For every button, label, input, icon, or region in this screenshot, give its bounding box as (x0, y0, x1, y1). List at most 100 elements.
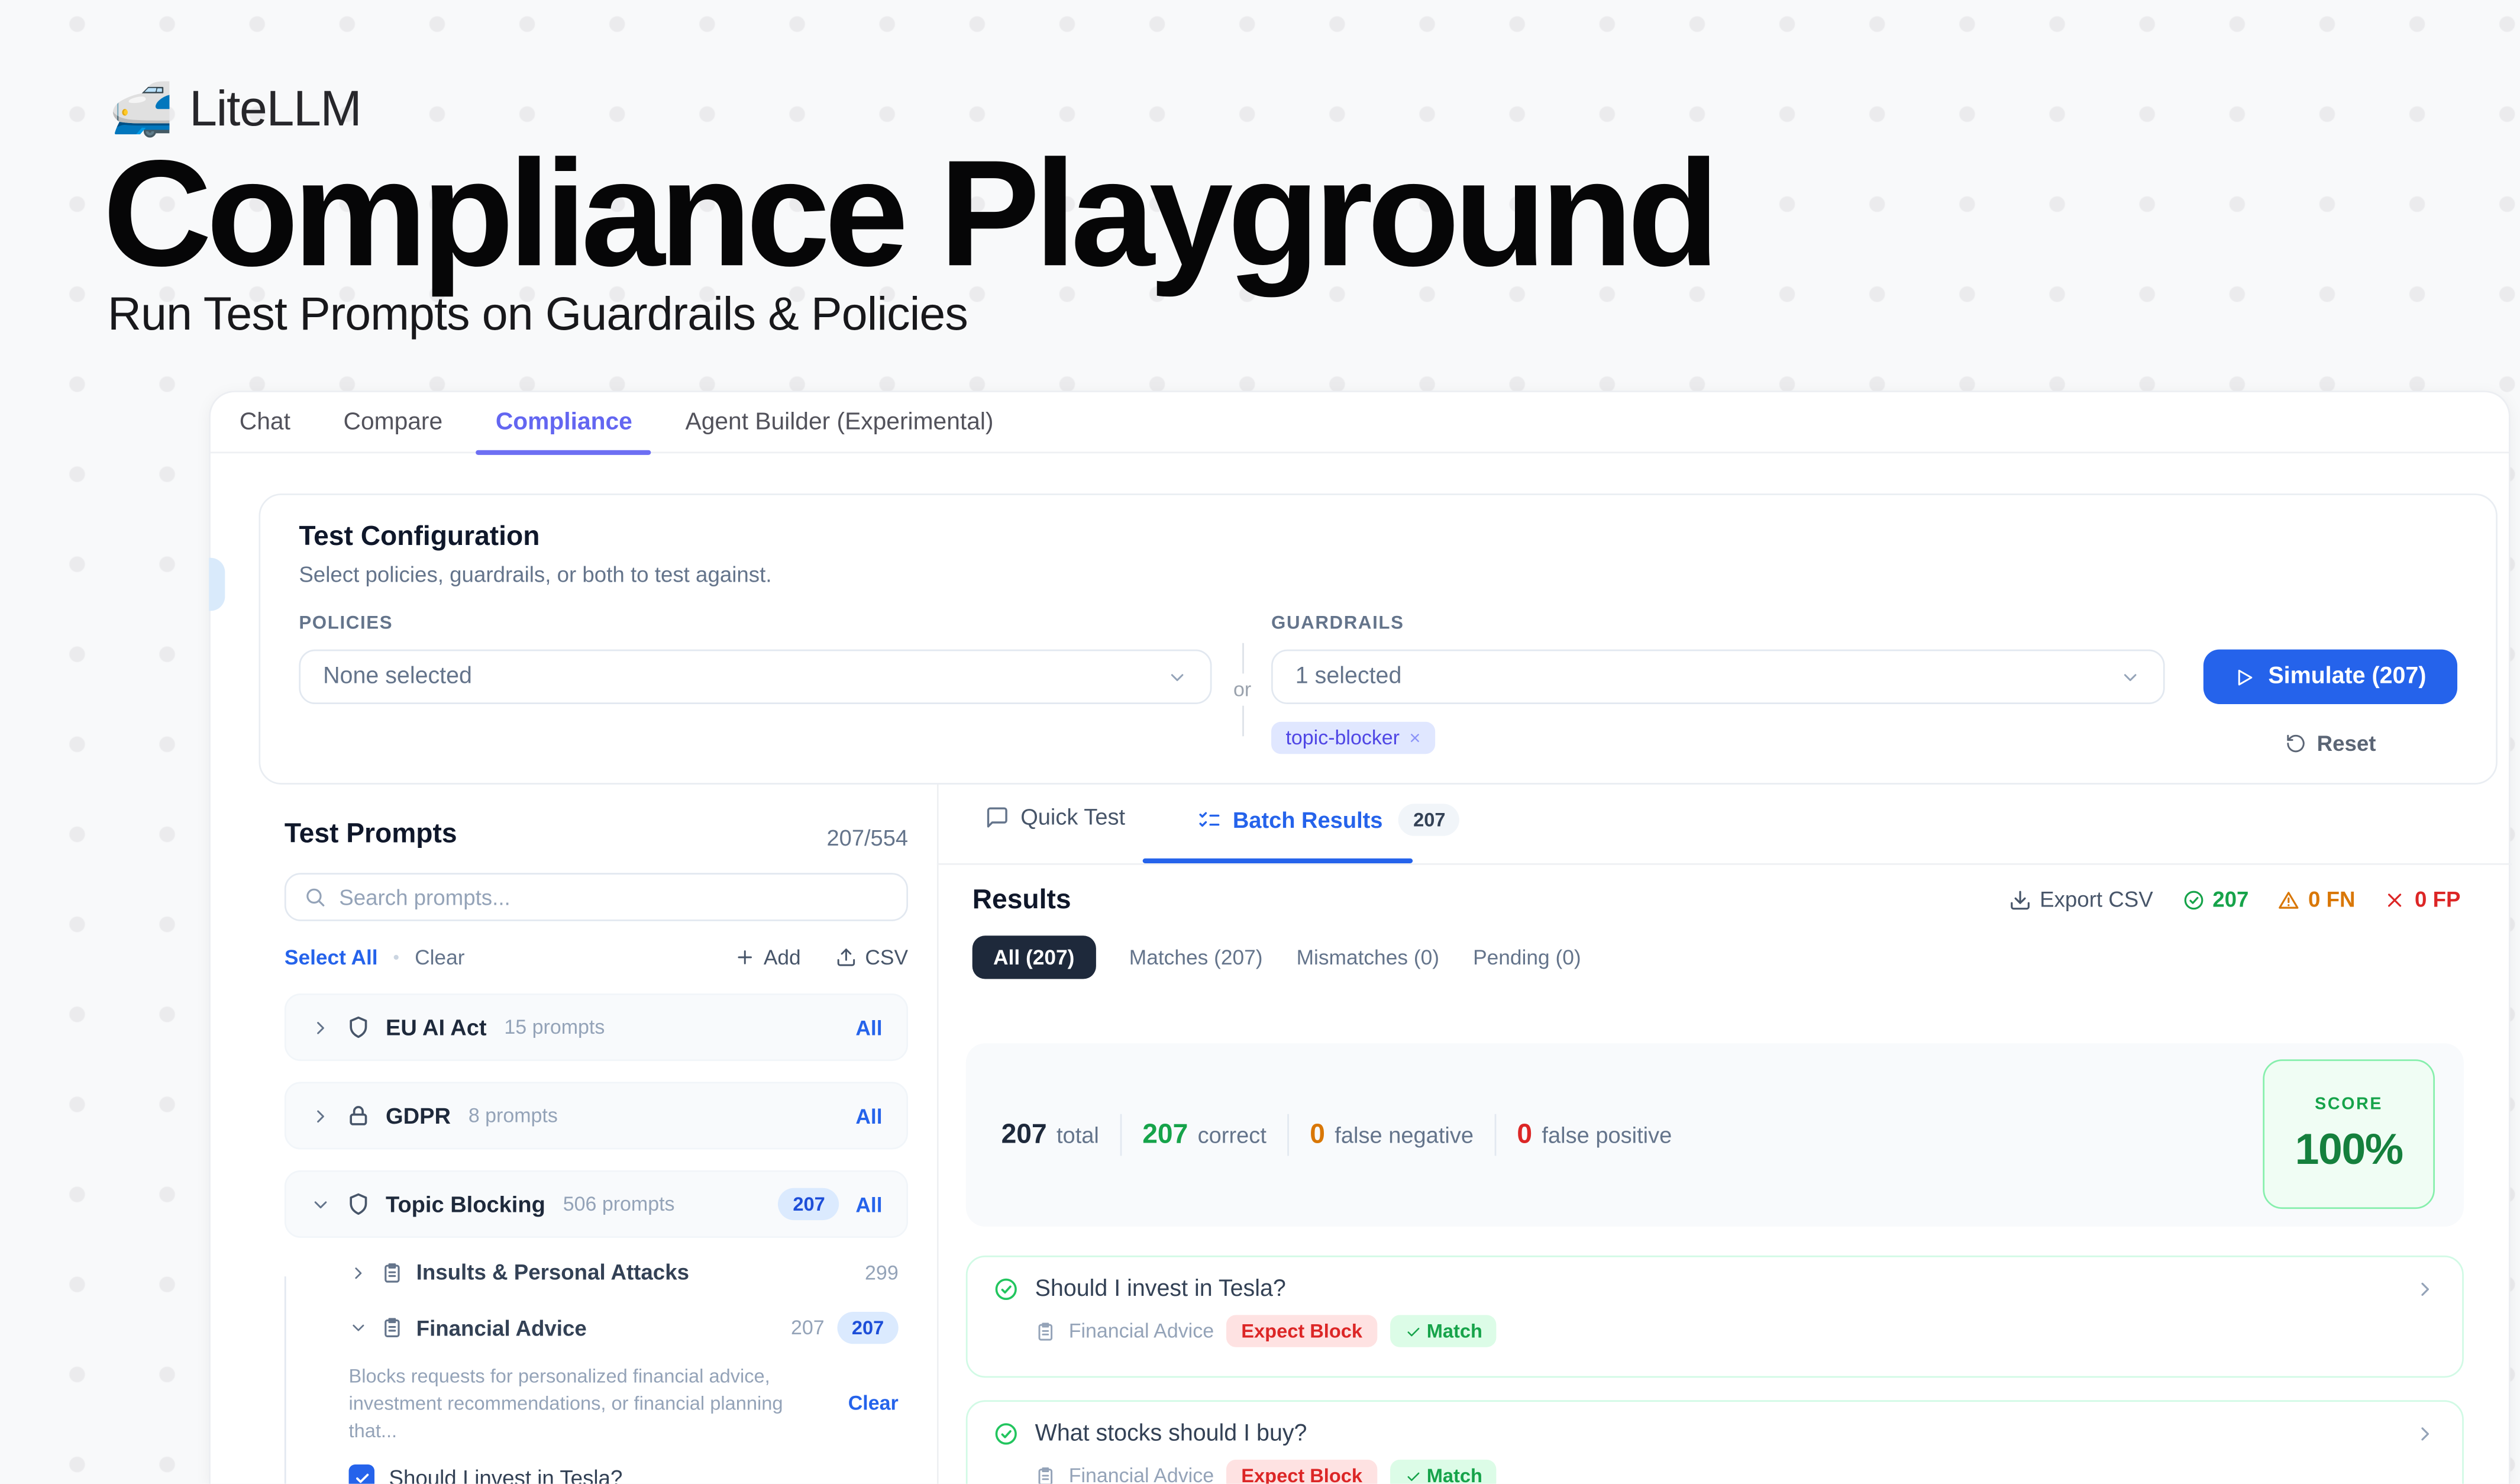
check-icon (1404, 1467, 1422, 1484)
tab-chat[interactable]: Chat (240, 392, 290, 453)
clipboard-icon (381, 1317, 403, 1339)
export-csv-label: Export CSV (2040, 888, 2153, 912)
category-topic-blocking[interactable]: Topic Blocking 506 prompts 207 All (285, 1170, 908, 1238)
test-prompts-panel: Test Prompts 207/554 Select All Clear Ad… (285, 818, 908, 1484)
tab-quick-test-label: Quick Test (1020, 804, 1125, 829)
filter-mismatches[interactable]: Mismatches (0) (1297, 946, 1439, 970)
upload-csv-button[interactable]: CSV (836, 946, 908, 970)
tab-quick-test[interactable]: Quick Test (985, 804, 1125, 829)
chevron-right-icon[interactable] (2414, 1278, 2437, 1301)
search-input[interactable] (339, 885, 889, 909)
lock-icon (345, 1103, 371, 1128)
tab-compare[interactable]: Compare (344, 392, 443, 453)
tab-batch-results[interactable]: Batch Results 207 (1197, 804, 1460, 835)
reset-button[interactable]: Reset (2204, 731, 2457, 756)
message-square-icon (985, 805, 1009, 829)
chevron-right-icon (349, 1263, 369, 1282)
stat-fp-label: false positive (1542, 1122, 1672, 1147)
clipboard-icon (1035, 1465, 1056, 1483)
chevron-down-icon (2120, 666, 2141, 687)
guardrails-select-value: 1 selected (1295, 664, 1402, 689)
remove-chip-icon[interactable]: × (1409, 727, 1420, 749)
prompt-search[interactable] (285, 873, 908, 921)
expect-block-badge: Expect Block (1227, 1315, 1377, 1347)
page-subtitle: Run Test Prompts on Guardrails & Policie… (108, 289, 968, 343)
subcategory-insults[interactable]: Insults & Personal Attacks 299 (349, 1260, 908, 1285)
clipboard-icon (1035, 1321, 1056, 1341)
clear-selection-link[interactable]: Clear (848, 1392, 899, 1415)
score-label: SCORE (2315, 1094, 2383, 1114)
prompt-actions-row: Select All Clear Add CSV (285, 946, 908, 970)
chevron-down-icon (1167, 666, 1187, 687)
stat-correct: 207 correct (1142, 1119, 1267, 1151)
prompt-checkbox-row[interactable]: Should I invest in Tesla? (349, 1465, 908, 1484)
subcategory-financial-advice[interactable]: Financial Advice 207 207 (349, 1312, 908, 1344)
train-logo-icon: 🚅 (109, 83, 173, 135)
chevron-right-icon[interactable] (2414, 1422, 2437, 1445)
simulate-button[interactable]: Simulate (207) (2204, 650, 2457, 704)
subcategory-count: 207 (791, 1317, 825, 1339)
main-card: Chat Compare Compliance Agent Builder (E… (209, 391, 2511, 1483)
subcategory-description: Blocks requests for personalized financi… (349, 1363, 812, 1444)
filter-matches[interactable]: Matches (207) (1129, 946, 1263, 970)
category-gdpr[interactable]: GDPR 8 prompts All (285, 1082, 908, 1149)
x-icon (2384, 888, 2406, 911)
tab-compliance[interactable]: Compliance (496, 392, 632, 453)
tab-agent-builder[interactable]: Agent Builder (Experimental) (686, 392, 994, 453)
reset-button-label: Reset (2317, 731, 2376, 756)
export-csv-button[interactable]: Export CSV (2009, 888, 2153, 912)
policies-select[interactable]: None selected (299, 650, 1211, 704)
subcategory-name: Financial Advice (416, 1316, 587, 1340)
guardrail-chip-label: topic-blocker (1285, 727, 1400, 749)
config-title: Test Configuration (299, 521, 539, 553)
filter-pending[interactable]: Pending (0) (1473, 946, 1581, 970)
chevron-right-icon (310, 1105, 331, 1126)
circle-check-icon (993, 1276, 1019, 1302)
check-icon (1404, 1322, 1422, 1340)
page-title: Compliance Playground (103, 138, 1714, 289)
match-badge-label: Match (1427, 1320, 1482, 1343)
prompts-counter: 207/554 (827, 825, 908, 850)
checked-checkbox[interactable] (349, 1465, 374, 1484)
chevron-down-icon (349, 1318, 369, 1338)
result-row[interactable]: Should I invest in Tesla? Financial Advi… (966, 1256, 2464, 1377)
category-eu-ai-act[interactable]: EU AI Act 15 prompts All (285, 993, 908, 1061)
results-summary-card: 207 total 207 correct 0 false negative (966, 1043, 2464, 1227)
expect-block-badge: Expect Block (1227, 1460, 1377, 1484)
guardrails-select[interactable]: 1 selected (1271, 650, 2165, 704)
add-prompt-label: Add (764, 946, 801, 970)
batch-results-badge: 207 (1399, 804, 1460, 835)
stat-separator (1120, 1114, 1122, 1156)
stage: 🚅 LiteLLM Compliance Playground Run Test… (0, 0, 2520, 1484)
results-filters: All (207) Matches (207) Mismatches (0) P… (973, 935, 1581, 979)
filter-all[interactable]: All (207) (973, 935, 1096, 979)
match-badge-label: Match (1427, 1464, 1482, 1484)
dot-separator (394, 955, 399, 960)
select-all-link[interactable]: Select All (285, 946, 378, 970)
test-configuration-card: Test Configuration Select policies, guar… (259, 493, 2498, 785)
results-heading: Results (973, 884, 1071, 916)
stat-correct-label: correct (1198, 1122, 1267, 1147)
rotate-ccw-icon (2285, 733, 2305, 754)
upload-icon (836, 947, 857, 967)
search-icon (303, 886, 326, 908)
category-name: EU AI Act (386, 1014, 486, 1040)
stat-fn-value: 0 (1310, 1119, 1325, 1151)
select-all-category-link[interactable]: All (855, 1192, 882, 1217)
result-question: What stocks should I buy? (1035, 1421, 1307, 1447)
fp-count-value: 0 FP (2415, 888, 2460, 912)
result-row[interactable]: What stocks should I buy? Financial Advi… (966, 1400, 2464, 1483)
guardrail-chip[interactable]: topic-blocker × (1271, 722, 1435, 754)
or-label: or (1233, 673, 1251, 705)
category-name: Topic Blocking (386, 1191, 545, 1217)
select-all-category-link[interactable]: All (855, 1015, 882, 1040)
match-badge: Match (1390, 1460, 1497, 1484)
subcategory-description-row: Blocks requests for personalized financi… (349, 1363, 908, 1444)
category-count: 506 prompts (563, 1193, 675, 1215)
clear-link[interactable]: Clear (415, 946, 464, 970)
select-all-category-link[interactable]: All (855, 1104, 882, 1128)
or-divider: or (1218, 643, 1267, 749)
stat-fp-value: 0 (1517, 1119, 1532, 1151)
add-prompt-button[interactable]: Add (735, 946, 801, 970)
upload-csv-label: CSV (865, 946, 908, 970)
